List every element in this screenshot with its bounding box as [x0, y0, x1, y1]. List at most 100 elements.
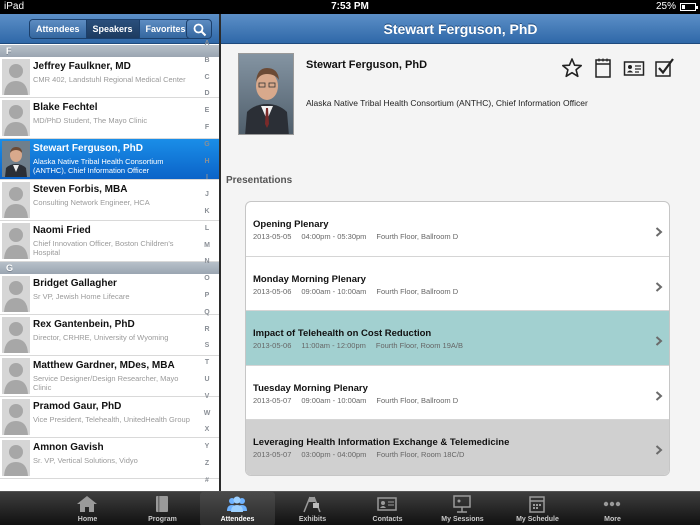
presentation-date: 2013-05-06	[253, 341, 292, 351]
speaker-list[interactable]: F Jeffrey Faulkner, MD CMR 402, Landstuhl …	[0, 45, 219, 491]
index-letter[interactable]: T	[200, 355, 214, 372]
speaker-row[interactable]: Stewart Ferguson, PhD Alaska Native Triba…	[0, 139, 219, 180]
speaker-row[interactable]: Bridget Gallagher Sr VP, Jewish Home Life…	[0, 274, 219, 315]
placeholder-avatar-icon	[2, 276, 30, 312]
index-letter[interactable]: K	[200, 204, 214, 221]
speaker-row[interactable]: Steven Forbis, MBA Consulting Network Eng…	[0, 180, 219, 221]
list-nav-bar: Attendees Speakers Favorites	[0, 14, 219, 44]
index-letter[interactable]: #	[200, 473, 214, 490]
presentation-time: 03:00pm - 04:00pm	[301, 450, 367, 460]
tab-more[interactable]: More	[575, 492, 650, 525]
tab-label: Home	[77, 516, 98, 523]
index-letter[interactable]: A	[200, 36, 214, 53]
tab-program[interactable]: Program	[125, 492, 200, 525]
speaker-affiliation: MD/PhD Student, The Mayo Clinic	[33, 116, 148, 125]
presentation-meta: 2013-05-06 11:00am - 12:00pm Fourth Floor,…	[253, 341, 473, 350]
segment-speakers[interactable]: Speakers	[86, 20, 140, 38]
index-letter[interactable]: D	[200, 86, 214, 103]
index-letter[interactable]: F	[200, 120, 214, 137]
index-letter[interactable]: Q	[200, 305, 214, 322]
tab-attendees[interactable]: Attendees	[200, 492, 275, 525]
presentation-row[interactable]: Tuesday Morning Plenary 2013-05-07 09:00am…	[246, 366, 669, 421]
calendar-icon	[595, 58, 611, 78]
index-letter[interactable]: J	[200, 187, 214, 204]
index-letter[interactable]: N	[200, 254, 214, 271]
speaker-row[interactable]: Blake Fechtel MD/PhD Student, The Mayo Cl…	[0, 98, 219, 139]
speaker-name: Naomi Fried	[33, 225, 91, 236]
index-letter[interactable]: U	[200, 372, 214, 389]
star-icon	[561, 58, 583, 78]
tab-home[interactable]: Home	[50, 492, 125, 525]
index-letter[interactable]: V	[200, 389, 214, 406]
speaker-name: Steven Forbis, MBA	[33, 184, 128, 195]
tab-my-sessions[interactable]: My Sessions	[425, 492, 500, 525]
speaker-affiliation: Service Designer/Design Researcher, Mayo…	[33, 374, 179, 392]
list-filter-segmented-control: Attendees Speakers Favorites	[29, 19, 193, 39]
index-letter[interactable]: S	[200, 338, 214, 355]
speaker-row[interactable]: Matthew Gardner, MDes, MBA Service Design…	[0, 356, 219, 397]
presentations-heading: Presentations	[226, 175, 293, 186]
index-letter[interactable]: P	[200, 288, 214, 305]
clock: 7:53 PM	[331, 1, 369, 12]
tab-my-schedule[interactable]: My Schedule	[500, 492, 575, 525]
index-letter[interactable]: W	[200, 406, 214, 423]
index-letter[interactable]: R	[200, 322, 214, 339]
index-letter[interactable]: Z	[200, 456, 214, 473]
tab-label: Exhibits	[298, 516, 327, 523]
tab-label: My Sessions	[441, 516, 484, 523]
index-letter[interactable]: M	[200, 238, 214, 255]
speaker-photo	[238, 53, 294, 135]
tab-exhibits[interactable]: Exhibits	[275, 492, 350, 525]
index-letter[interactable]: G	[200, 137, 214, 154]
presentation-time: 09:00am - 10:00am	[301, 395, 367, 405]
tab-contacts[interactable]: Contacts	[350, 492, 425, 525]
check-in-button[interactable]	[654, 57, 676, 79]
more-dots-icon	[601, 495, 623, 513]
speaker-row[interactable]: Naomi Fried Chief Innovation Officer, Bos…	[0, 221, 219, 262]
presentation-date: 2013-05-07	[253, 450, 292, 460]
placeholder-avatar-icon	[2, 182, 30, 218]
presentation-meta: 2013-05-06 09:00am - 10:00am Fourth Floor,…	[253, 287, 468, 296]
speaker-affiliation: Sr VP, Jewish Home Lifecare	[33, 292, 130, 301]
contact-card-button[interactable]	[623, 57, 645, 79]
presentation-title: Tuesday Morning Plenary	[253, 382, 368, 394]
presentation-time: 09:00am - 10:00am	[301, 286, 367, 296]
speaker-row[interactable]: Rex Gantenbein, PhD Director, CRHRE, Univ…	[0, 315, 219, 356]
placeholder-avatar-icon	[2, 440, 30, 476]
presentation-row[interactable]: Leveraging Health Information Exchange &…	[246, 420, 669, 475]
index-letter[interactable]: I	[200, 170, 214, 187]
segment-attendees[interactable]: Attendees	[30, 20, 87, 38]
index-letter[interactable]: H	[200, 154, 214, 171]
index-letter[interactable]: O	[200, 271, 214, 288]
presentation-date: 2013-05-05	[253, 232, 292, 241]
presentation-row[interactable]: Impact of Telehealth on Cost Reduction 20…	[246, 311, 669, 366]
alphabet-index[interactable]: A B C D E F G H I J K L M N O P Q R S T U V W X Y Z #	[200, 36, 214, 491]
people-icon	[226, 495, 248, 513]
presentation-icon	[451, 495, 473, 513]
checkbox-icon	[655, 58, 674, 77]
favorite-button[interactable]	[561, 57, 583, 79]
index-letter[interactable]: B	[200, 53, 214, 70]
presentation-row[interactable]: Opening Plenary 2013-05-05 04:00pm - 05:30…	[246, 202, 669, 257]
speaker-name: Amnon Gavish	[33, 442, 104, 453]
index-letter[interactable]: C	[200, 70, 214, 87]
index-letter[interactable]: E	[200, 103, 214, 120]
placeholder-avatar-icon	[2, 59, 30, 95]
segment-favorites[interactable]: Favorites	[139, 20, 192, 38]
speaker-name: Rex Gantenbein, PhD	[33, 319, 135, 330]
speaker-affiliation: Director, CRHRE, University of Wyoming	[33, 333, 169, 342]
speaker-row[interactable]: Jeffrey Faulkner, MD CMR 402, Landstuhl R…	[0, 57, 219, 98]
index-letter[interactable]: Y	[200, 439, 214, 456]
index-letter[interactable]: L	[200, 221, 214, 238]
presentation-row[interactable]: Monday Morning Plenary 2013-05-06 09:00am …	[246, 257, 669, 312]
index-letter[interactable]: X	[200, 422, 214, 439]
battery-percent: 25%	[655, 1, 676, 12]
speaker-name: Stewart Ferguson, PhD	[33, 143, 144, 154]
section-header-f: F	[0, 45, 219, 57]
speaker-row[interactable]: Pramod Gaur, PhD Vice President, Teleheal…	[0, 397, 219, 438]
calendar-button[interactable]	[592, 57, 614, 79]
speaker-row[interactable]: Amnon Gavish Sr. VP, Vertical Solutions, …	[0, 438, 219, 479]
speaker-name: Bridget Gallagher	[33, 278, 117, 289]
presentation-title: Leveraging Health Information Exchange &…	[253, 437, 510, 449]
presentations-list: Opening Plenary 2013-05-05 04:00pm - 05:30…	[245, 201, 670, 476]
